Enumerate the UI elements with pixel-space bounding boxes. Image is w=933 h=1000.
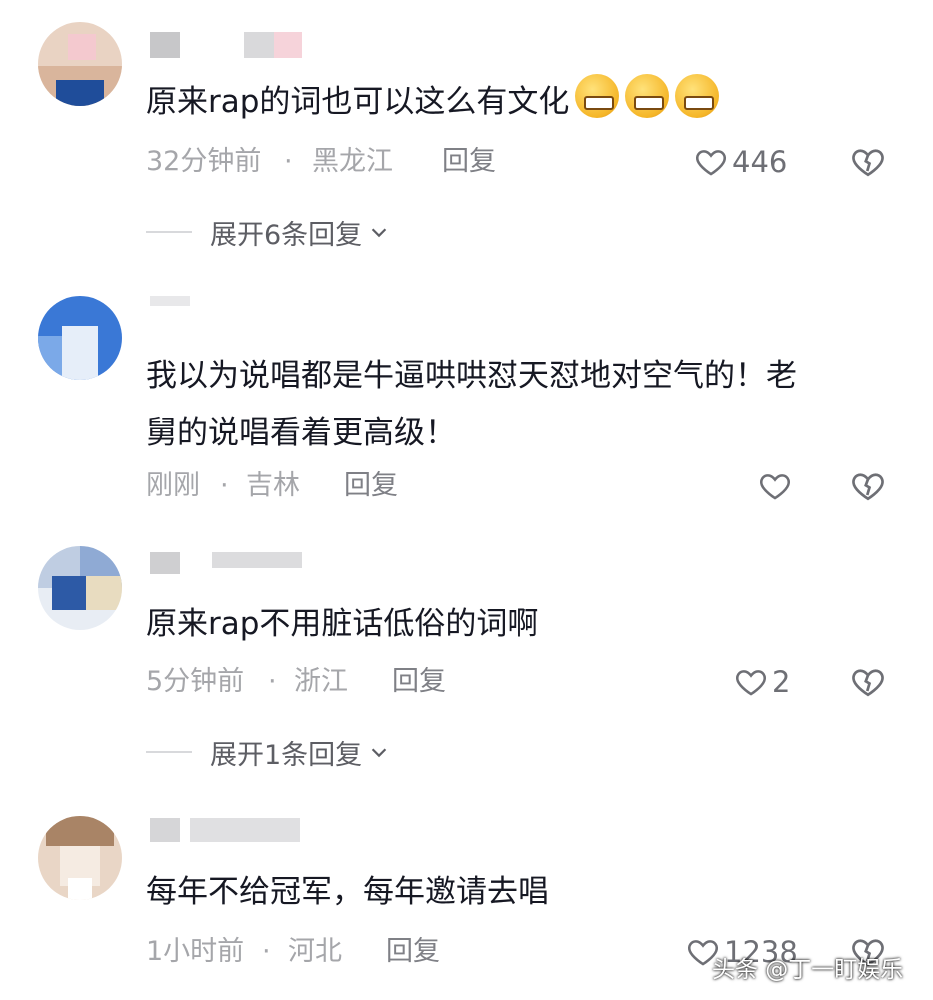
avatar[interactable] xyxy=(38,546,122,630)
heart-outline-icon xyxy=(736,670,766,696)
like-button[interactable]: 446 xyxy=(694,142,787,182)
expand-replies-label: 展开6条回复 xyxy=(210,219,363,251)
meta-separator: · xyxy=(220,470,229,501)
expand-replies-label: 展开1条回复 xyxy=(210,739,363,771)
meta-separator: · xyxy=(284,146,293,177)
meta-separator: · xyxy=(262,936,271,967)
broken-heart-icon[interactable] xyxy=(850,664,886,700)
comment-meta: 5分钟前 · 浙江 回复 2 xyxy=(146,662,906,702)
grinning-sweat-emoji-icon xyxy=(575,74,725,137)
like-count: 2 xyxy=(772,665,791,699)
avatar[interactable] xyxy=(38,816,122,900)
expand-divider xyxy=(146,751,192,753)
source-watermark: 头条 @丁一盯娱乐 xyxy=(712,957,904,983)
comment-location: 黑龙江 xyxy=(312,146,393,177)
comment-text: 原来rap的词也可以这么有文化 xyxy=(146,74,906,137)
comment-text: 我以为说唱都是牛逼哄哄怼天怼地对空气的！老 舅的说唱看着更高级！ xyxy=(146,358,797,451)
comment-meta: 刚刚 · 吉林 回复 xyxy=(146,466,906,506)
reply-button[interactable]: 回复 xyxy=(344,466,398,506)
expand-replies-button[interactable]: 展开1条回复 xyxy=(146,732,390,772)
reply-button[interactable]: 回复 xyxy=(442,142,496,182)
heart-outline-icon xyxy=(760,474,790,500)
avatar[interactable] xyxy=(38,296,122,380)
chevron-down-icon xyxy=(371,228,387,238)
broken-heart-icon[interactable] xyxy=(850,468,886,504)
comment-meta: 32分钟前 · 黑龙江 回复 446 xyxy=(146,142,906,182)
like-button[interactable] xyxy=(758,466,796,506)
expand-replies-button[interactable]: 展开6条回复 xyxy=(146,212,390,252)
comment-text: 每年不给冠军，每年邀请去唱 xyxy=(146,874,549,910)
comment-time: 5分钟前 xyxy=(146,666,245,697)
reply-button[interactable]: 回复 xyxy=(386,932,440,972)
comment-location: 河北 xyxy=(288,936,342,967)
expand-divider xyxy=(146,231,192,233)
username-blurred[interactable] xyxy=(150,296,350,322)
comment-time: 刚刚 xyxy=(146,470,200,501)
username-blurred[interactable] xyxy=(150,32,350,58)
broken-heart-icon[interactable] xyxy=(850,144,886,180)
comment-location: 浙江 xyxy=(294,666,348,697)
username-blurred[interactable] xyxy=(150,552,350,578)
comment-time: 32分钟前 xyxy=(146,146,262,177)
chevron-down-icon xyxy=(371,748,387,758)
reply-button[interactable]: 回复 xyxy=(392,662,446,702)
comment-location: 吉林 xyxy=(246,470,300,501)
meta-separator: · xyxy=(268,666,277,697)
like-count: 446 xyxy=(732,145,788,179)
username-blurred[interactable] xyxy=(150,818,350,844)
comment-text: 原来rap不用脏话低俗的词啊 xyxy=(146,606,539,642)
heart-outline-icon xyxy=(696,150,726,176)
comment-time: 1小时前 xyxy=(146,936,245,967)
like-button[interactable]: 2 xyxy=(734,662,790,702)
avatar[interactable] xyxy=(38,22,122,106)
